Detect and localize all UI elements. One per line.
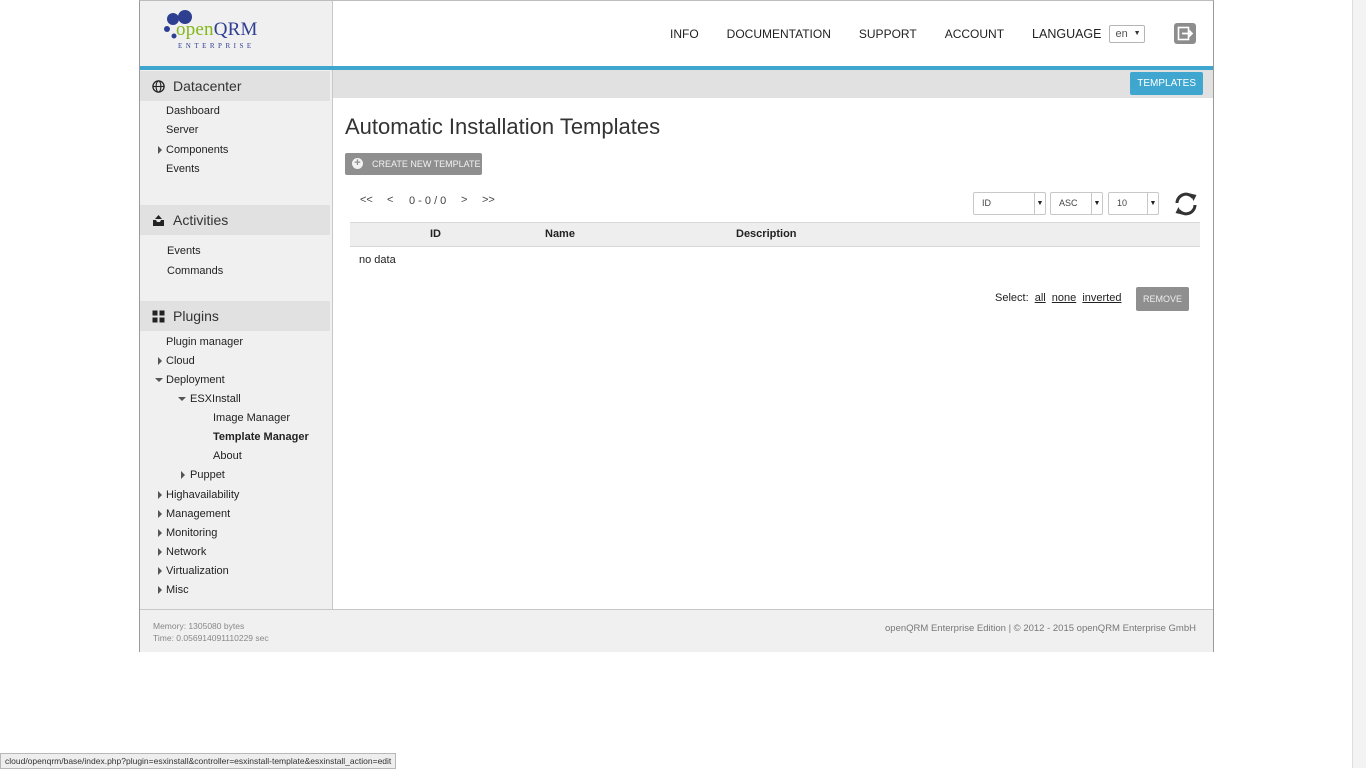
sidebar-item-about[interactable]: About	[213, 450, 242, 462]
pager-next[interactable]: >	[461, 194, 467, 206]
collapse-arrow-icon[interactable]	[155, 378, 163, 382]
globe-icon	[152, 80, 165, 93]
remove-button[interactable]: REMOVE	[1136, 287, 1189, 311]
sidebar-item-management[interactable]: Management	[166, 508, 230, 520]
inbox-icon	[153, 215, 164, 226]
create-template-label: CREATE NEW TEMPLATE	[372, 159, 481, 169]
sidebar-item-misc[interactable]: Misc	[166, 584, 189, 596]
page-limit-select[interactable]: 10 ▼	[1108, 192, 1159, 215]
sidebar-section-label: Datacenter	[173, 78, 242, 94]
empty-table-message: no data	[359, 254, 396, 266]
copyright-notice: openQRM Enterprise Edition | © 2012 - 20…	[885, 623, 1196, 634]
logout-button[interactable]	[1174, 23, 1196, 44]
sidebar-item-template-manager[interactable]: Template Manager	[213, 431, 309, 443]
create-template-button[interactable]: + CREATE NEW TEMPLATE	[345, 153, 482, 175]
select-inverted-link[interactable]: inverted	[1082, 292, 1121, 304]
sidebar-section-label: Plugins	[173, 308, 219, 324]
sidebar-item-highavailability[interactable]: Highavailability	[166, 489, 239, 501]
select-controls: Select: all none inverted	[995, 292, 1121, 304]
top-nav: INFO DOCUMENTATION SUPPORT ACCOUNT LANGU…	[670, 25, 1145, 43]
sidebar-item-image-manager[interactable]: Image Manager	[213, 412, 290, 424]
expand-arrow-icon[interactable]	[181, 471, 185, 479]
nav-info[interactable]: INFO	[670, 27, 699, 41]
expand-arrow-icon[interactable]	[158, 491, 162, 499]
expand-arrow-icon[interactable]	[158, 567, 162, 575]
chevron-down-icon: ▼	[1034, 193, 1045, 214]
footer: Memory: 1305080 bytes Time: 0.0569140911…	[140, 609, 1213, 652]
sidebar-item-monitoring[interactable]: Monitoring	[166, 527, 217, 539]
sidebar-item-cloud[interactable]: Cloud	[166, 355, 195, 367]
chevron-down-icon: ▼	[1091, 193, 1102, 214]
language-value: en	[1115, 28, 1128, 40]
logo-tagline: ENTERPRISE	[178, 42, 255, 50]
expand-arrow-icon[interactable]	[158, 357, 162, 365]
expand-arrow-icon[interactable]	[158, 548, 162, 556]
sidebar-section-label: Activities	[173, 212, 229, 228]
column-header-id[interactable]: ID	[430, 228, 441, 240]
sidebar-section-datacenter[interactable]: Datacenter	[140, 71, 330, 101]
expand-arrow-icon[interactable]	[158, 510, 162, 518]
collapse-arrow-icon[interactable]	[178, 397, 186, 401]
sidebar-item-deployment[interactable]: Deployment	[166, 374, 225, 386]
nav-documentation[interactable]: DOCUMENTATION	[727, 27, 831, 41]
column-header-description[interactable]: Description	[736, 228, 797, 240]
sidebar-item-events[interactable]: Events	[166, 163, 200, 175]
memory-usage: Memory: 1305080 bytes	[153, 621, 245, 631]
pager-last[interactable]: >>	[482, 194, 495, 206]
sort-field-value: ID	[982, 198, 991, 208]
expand-arrow-icon[interactable]	[158, 586, 162, 594]
sidebar-item-virtualization[interactable]: Virtualization	[166, 565, 229, 577]
page-frame: openQRM ENTERPRISE INFO DOCUMENTATION SU…	[139, 0, 1214, 652]
sidebar-item-activity-events[interactable]: Events	[167, 245, 201, 257]
select-label: Select:	[995, 292, 1029, 304]
pager-range: 0 - 0 / 0	[409, 195, 447, 207]
sort-order-select[interactable]: ASC ▼	[1050, 192, 1103, 215]
expand-arrow-icon[interactable]	[158, 529, 162, 537]
select-none-link[interactable]: none	[1052, 292, 1076, 304]
table-header: ID Name Description	[350, 222, 1200, 247]
sidebar-section-activities[interactable]: Activities	[140, 205, 330, 235]
logout-icon	[1177, 26, 1193, 41]
sidebar-item-dashboard[interactable]: Dashboard	[166, 105, 220, 117]
sort-order-value: ASC	[1059, 198, 1078, 208]
language-select[interactable]: en ▼	[1108, 25, 1145, 43]
sidebar-item-esxinstall[interactable]: ESXInstall	[190, 393, 241, 405]
select-all-link[interactable]: all	[1035, 292, 1046, 304]
page-limit-value: 10	[1117, 198, 1128, 208]
logo-text: openQRM	[176, 19, 258, 41]
chevron-down-icon: ▼	[1133, 30, 1141, 37]
logo-text-qrm: QRM	[213, 19, 258, 40]
refresh-icon[interactable]	[1173, 191, 1199, 217]
plus-circle-icon: +	[352, 158, 363, 169]
grid-icon	[152, 310, 165, 323]
browser-status-url: cloud/openqrm/base/index.php?plugin=esxi…	[0, 753, 397, 769]
render-time: Time: 0.056914091110229 sec	[153, 633, 269, 643]
sidebar-item-puppet[interactable]: Puppet	[190, 469, 225, 481]
logo-text-open: open	[176, 19, 214, 40]
page-scrollbar[interactable]	[1352, 0, 1366, 768]
page-title: Automatic Installation Templates	[345, 114, 661, 139]
sidebar: Datacenter Dashboard Server Components E…	[140, 70, 333, 609]
sort-field-select[interactable]: ID ▼	[973, 192, 1046, 215]
footer-stats: Memory: 1305080 bytes Time: 0.0569140911…	[153, 620, 269, 644]
nav-support[interactable]: SUPPORT	[859, 27, 917, 41]
tab-templates[interactable]: TEMPLATES	[1130, 72, 1203, 95]
sidebar-item-components[interactable]: Components	[166, 144, 228, 156]
chevron-down-icon: ▼	[1147, 193, 1158, 214]
sidebar-item-server[interactable]: Server	[166, 124, 198, 136]
pager-first[interactable]: <<	[360, 194, 373, 206]
nav-account[interactable]: ACCOUNT	[945, 27, 1004, 41]
sidebar-item-plugin-manager[interactable]: Plugin manager	[166, 336, 243, 348]
pager-prev[interactable]: <	[387, 194, 393, 206]
sidebar-item-network[interactable]: Network	[166, 546, 206, 558]
logo[interactable]: openQRM ENTERPRISE	[140, 1, 333, 66]
sidebar-section-plugins[interactable]: Plugins	[140, 301, 330, 331]
expand-arrow-icon[interactable]	[158, 146, 162, 154]
column-header-name[interactable]: Name	[545, 228, 575, 240]
language-label: LANGUAGE	[1032, 27, 1102, 41]
sidebar-item-commands[interactable]: Commands	[167, 265, 223, 277]
